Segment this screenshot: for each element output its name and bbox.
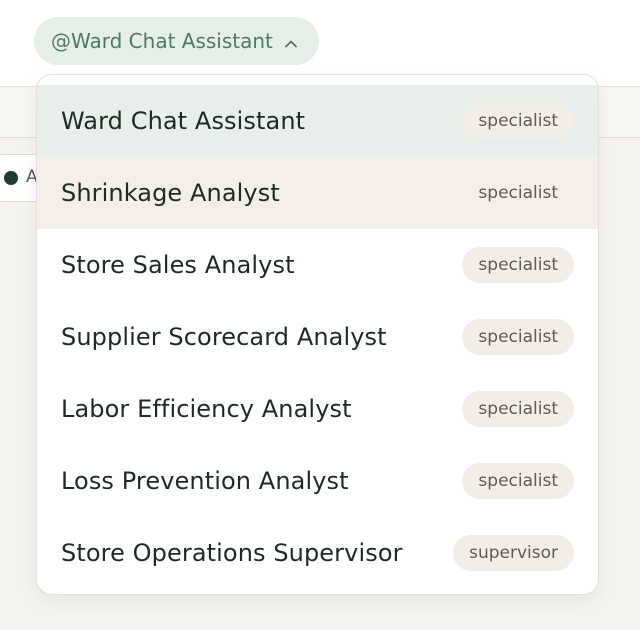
- agent-option[interactable]: Loss Prevention Analyst specialist: [37, 445, 598, 517]
- role-badge: specialist: [478, 183, 558, 203]
- role-badge: specialist: [462, 463, 574, 499]
- agent-option[interactable]: Supplier Scorecard Analyst specialist: [37, 301, 598, 373]
- status-dot-icon: [4, 171, 18, 185]
- agent-option[interactable]: Shrinkage Analyst specialist: [37, 157, 598, 229]
- agent-option-label: Store Operations Supervisor: [61, 539, 403, 567]
- agent-option[interactable]: Store Sales Analyst specialist: [37, 229, 598, 301]
- agent-option-list: Ward Chat Assistant specialist Shrinkage A…: [37, 75, 598, 589]
- agent-selector-label: @Ward Chat Assistant: [51, 29, 273, 53]
- chevron-up-icon: [283, 33, 299, 49]
- role-badge: specialist: [462, 247, 574, 283]
- agent-option[interactable]: Store Operations Supervisor supervisor: [37, 517, 598, 589]
- agent-dropdown-menu: Ward Chat Assistant specialist Shrinkage A…: [36, 74, 599, 595]
- agent-option-label: Store Sales Analyst: [61, 251, 295, 279]
- agent-selector-button[interactable]: @Ward Chat Assistant: [34, 17, 319, 65]
- agent-option-label: Labor Efficiency Analyst: [61, 395, 352, 423]
- agent-option-label: Shrinkage Analyst: [61, 179, 280, 207]
- agent-option[interactable]: Labor Efficiency Analyst specialist: [37, 373, 598, 445]
- role-badge: supervisor: [453, 535, 574, 571]
- agent-option-label: Supplier Scorecard Analyst: [61, 323, 387, 351]
- role-badge: specialist: [462, 391, 574, 427]
- agent-option-label: Ward Chat Assistant: [61, 107, 306, 135]
- agent-option[interactable]: Ward Chat Assistant specialist: [37, 85, 598, 157]
- role-badge: specialist: [462, 319, 574, 355]
- role-badge: specialist: [462, 103, 574, 139]
- agent-option-label: Loss Prevention Analyst: [61, 467, 349, 495]
